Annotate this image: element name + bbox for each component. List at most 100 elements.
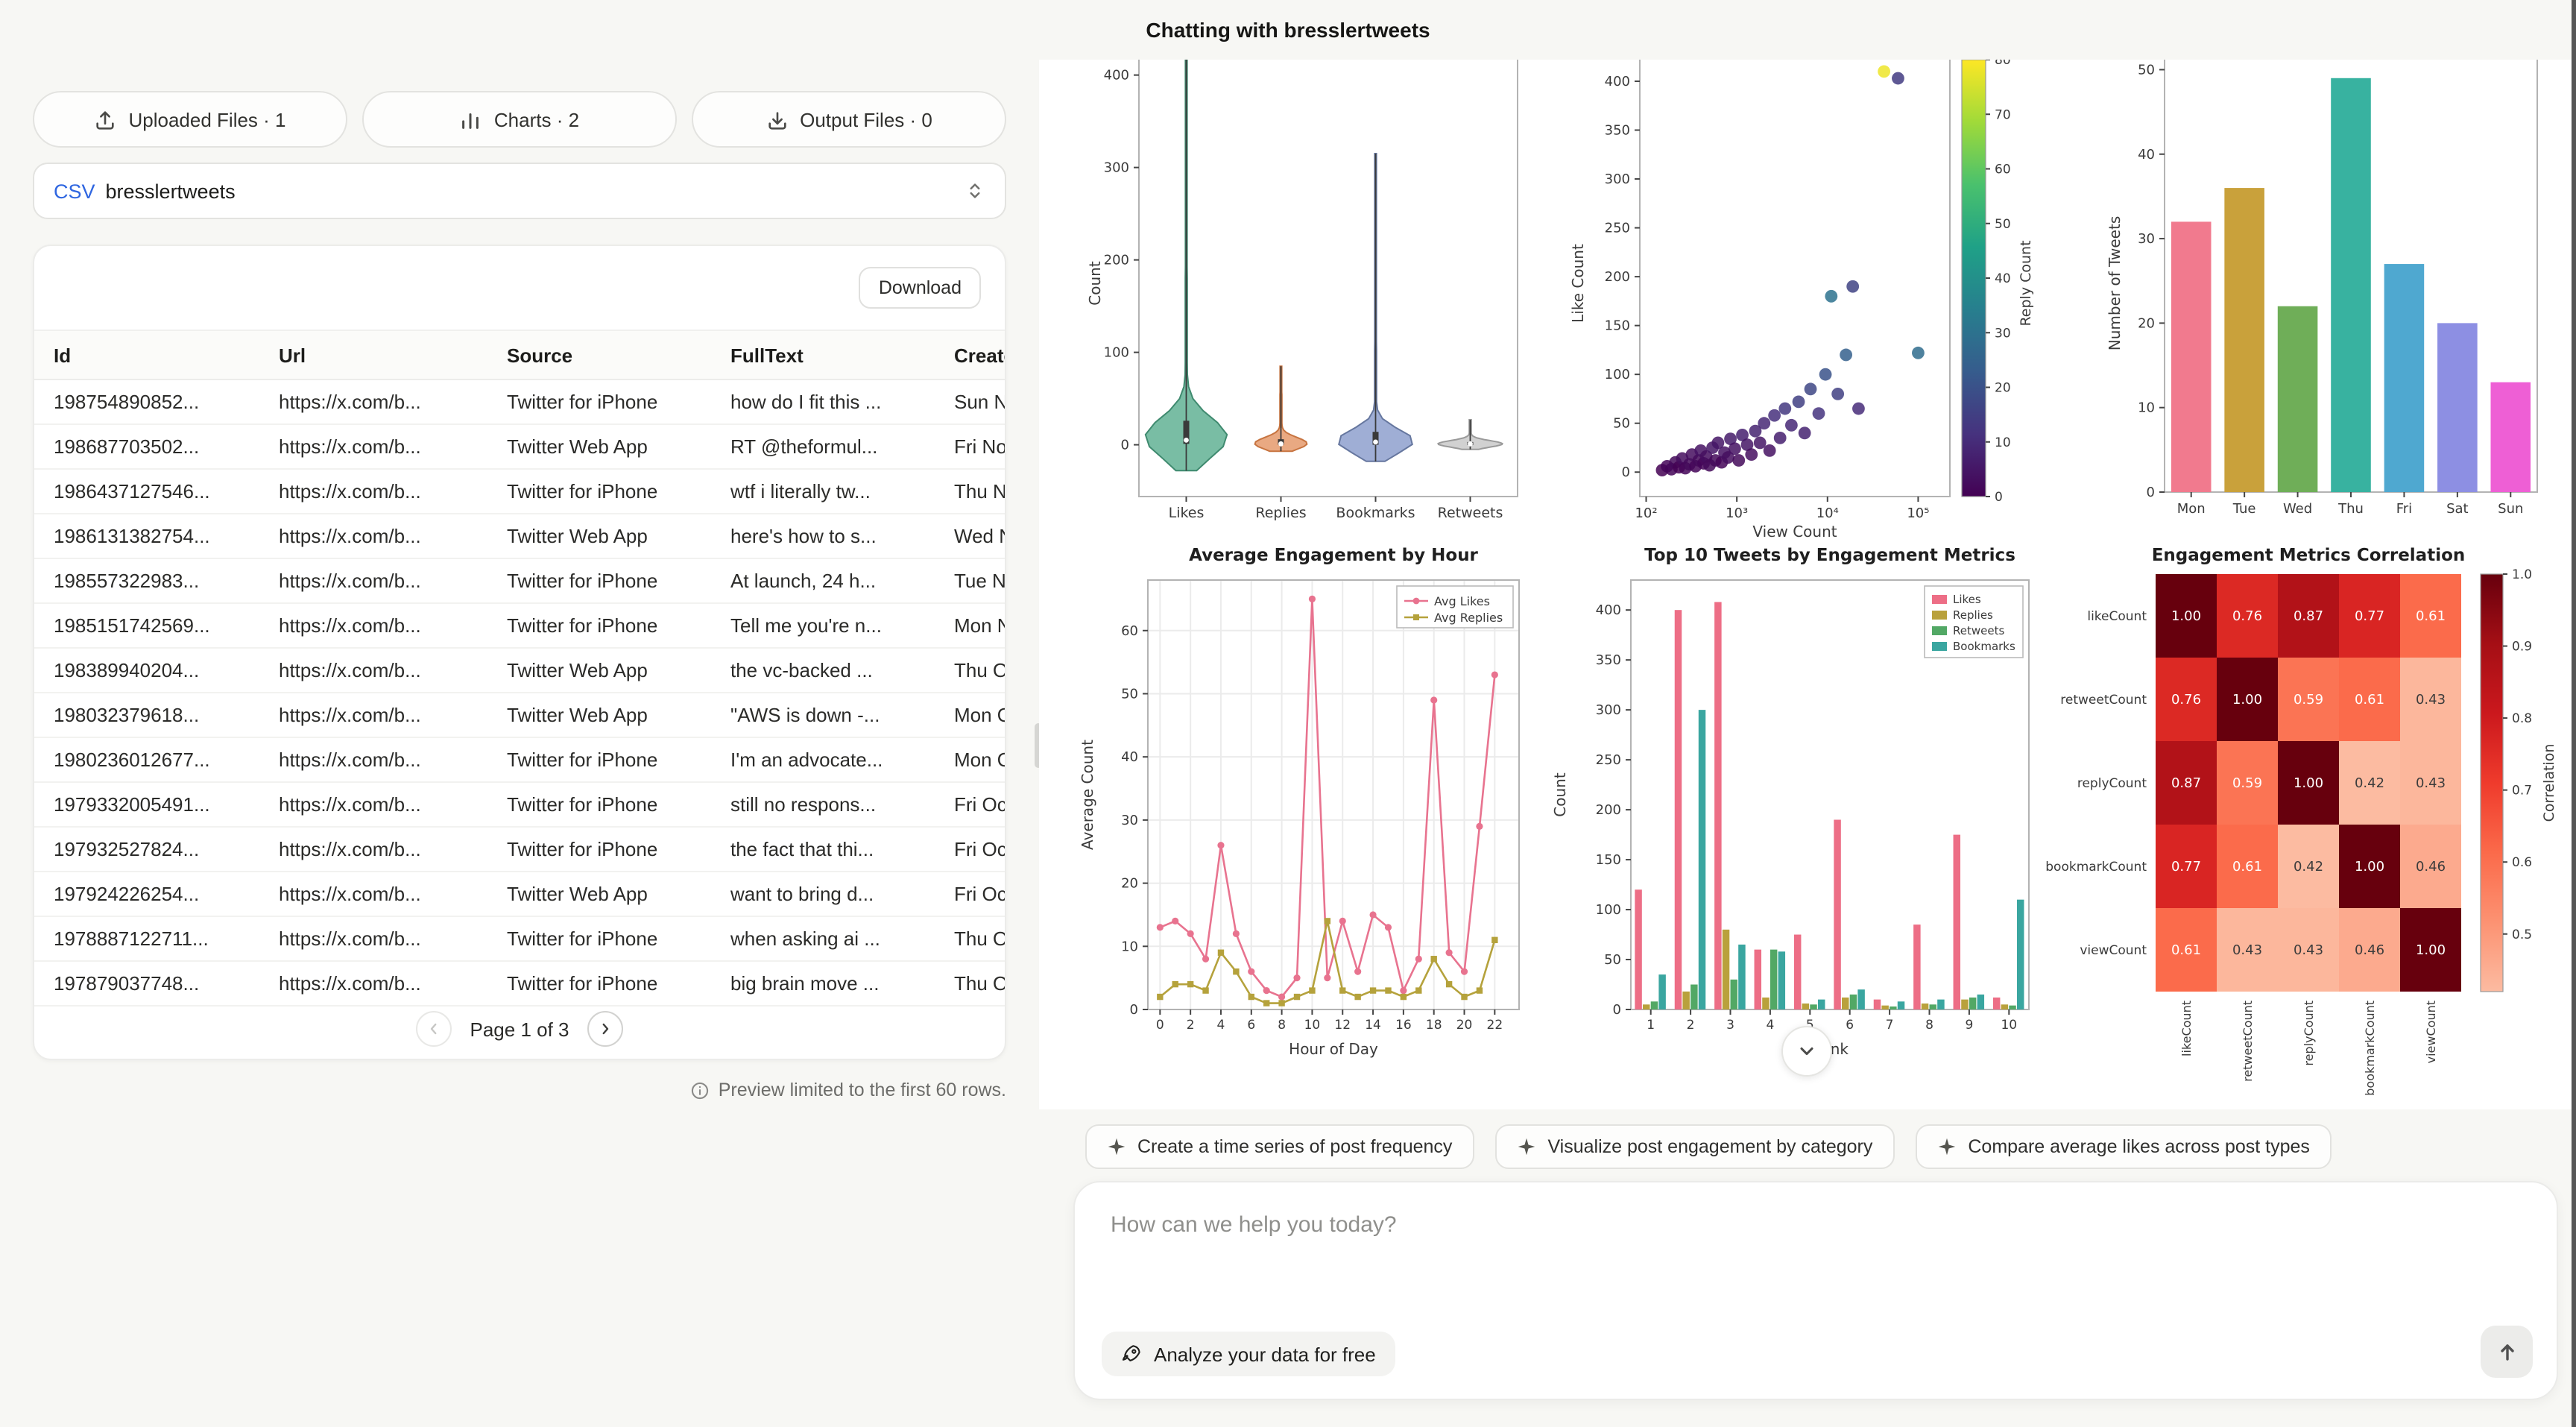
table-cell: Twitter for iPhone [487,558,711,603]
svg-text:retweetCount: retweetCount [2241,1001,2255,1082]
table-row: 197932527824...https://x.com/b...Twitter… [34,827,1005,872]
svg-text:10⁵: 10⁵ [1907,505,1929,521]
svg-text:likeCount: likeCount [2179,1001,2194,1056]
table-cell: Twitter for iPhone [487,379,711,424]
svg-text:0.77: 0.77 [2355,608,2384,624]
data-preview-table: Id Url Source FullText Created 198754890… [34,330,1005,1007]
svg-text:200: 200 [1104,253,1129,268]
download-button[interactable]: Download [859,267,981,309]
table-cell: the fact that thi... [711,827,935,872]
table-cell: Twitter Web App [487,514,711,558]
svg-text:60: 60 [1995,163,2011,177]
svg-text:Avg Likes: Avg Likes [1434,594,1490,608]
suggestion-chip-label: Compare average likes across post types [1968,1136,2310,1157]
table-header-row: Id Url Source FullText Created [34,330,1005,379]
table-cell: 198754890852... [34,379,259,424]
table-cell: https://x.com/b... [259,693,487,737]
svg-text:4: 4 [1217,1018,1225,1033]
chart-avg-engagement-by-hour-line: 01020304050600246810121416182022Average … [1076,541,1527,1096]
chart-engagement-distribution-violin: 0100200300400CountLikesRepliesBookmarksR… [1085,60,1530,567]
svg-text:10⁴: 10⁴ [1816,505,1839,521]
suggestion-chip-time-series[interactable]: Create a time series of post frequency [1085,1124,1474,1169]
table-cell: https://x.com/b... [259,424,487,469]
svg-text:Likes: Likes [1953,593,1981,606]
svg-text:retweetCount: retweetCount [2060,693,2147,708]
file-select-dropdown[interactable]: CSV bresslertweets [33,163,1006,219]
svg-text:Sun: Sun [2498,501,2523,517]
chevron-left-icon [426,1020,443,1038]
table-cell: Twitter for iPhone [487,961,711,1006]
svg-text:0.87: 0.87 [2171,775,2201,791]
svg-text:10: 10 [1121,939,1138,954]
svg-text:150: 150 [1596,852,1621,868]
svg-text:0.77: 0.77 [2171,859,2201,875]
sparkle-icon [1108,1138,1126,1156]
tab-output-files[interactable]: Output Files · 0 [692,91,1006,148]
svg-text:200: 200 [1605,269,1630,285]
rocket-icon [1121,1343,1142,1364]
sparkle-icon [1518,1138,1535,1156]
tab-charts[interactable]: Charts · 2 [362,91,677,148]
table-cell: Twitter for iPhone [487,469,711,514]
svg-text:16: 16 [1395,1018,1412,1033]
table-cell: 198557322983... [34,558,259,603]
prev-page-button[interactable] [417,1011,452,1047]
svg-text:1: 1 [1647,1018,1655,1033]
chart-top10-tweets-grouped-bar: 050100150200250300350400Top 10 Tweets by… [1549,541,2041,1096]
svg-text:10: 10 [1304,1018,1321,1033]
scroll-to-bottom-button[interactable] [1781,1026,1832,1077]
svg-text:Thu: Thu [2337,501,2364,517]
svg-text:350: 350 [1596,652,1621,668]
table-cell: 198389940204... [34,648,259,693]
send-button[interactable] [2481,1326,2533,1378]
svg-text:6: 6 [1846,1018,1854,1033]
table-row: 198557322983...https://x.com/b...Twitter… [34,558,1005,603]
table-cell: https://x.com/b... [259,782,487,827]
suggestion-chip-engagement-category[interactable]: Visualize post engagement by category [1495,1124,1895,1169]
table-cell: still no respons... [711,782,935,827]
svg-text:viewCount: viewCount [2080,943,2147,958]
svg-text:Replies: Replies [1953,608,1993,622]
download-tray-icon [765,108,788,130]
app-header: Chatting with bresslertweets [0,0,2576,60]
svg-text:100: 100 [1596,902,1621,918]
table-cell: Fri Oc... [935,827,1005,872]
svg-text:20: 20 [1995,381,2011,396]
window-scrollbar[interactable] [2572,0,2576,1427]
svg-text:0.7: 0.7 [2512,784,2532,798]
table-row: 1979332005491...https://x.com/b...Twitte… [34,782,1005,827]
svg-text:0.43: 0.43 [2232,942,2262,958]
table-cell: Twitter Web App [487,693,711,737]
table-cell: big brain move ... [711,961,935,1006]
svg-text:bookmarkCount: bookmarkCount [2045,860,2147,875]
svg-text:0.76: 0.76 [2171,692,2201,708]
svg-text:0.61: 0.61 [2355,692,2384,708]
svg-text:200: 200 [1596,802,1621,818]
svg-text:0: 0 [1130,1002,1138,1018]
analyze-button[interactable]: Analyze your data for free [1102,1332,1395,1376]
svg-text:40: 40 [1121,749,1138,765]
svg-text:50: 50 [1995,217,2011,232]
table-cell: At launch, 24 h... [711,558,935,603]
svg-text:300: 300 [1104,160,1129,176]
svg-text:0: 0 [2147,485,2155,500]
svg-text:View Count: View Count [1752,523,1837,541]
svg-text:30: 30 [1121,813,1138,828]
svg-text:0.6: 0.6 [2512,855,2532,870]
analyze-button-label: Analyze your data for free [1154,1343,1376,1365]
svg-text:50: 50 [2138,62,2155,78]
table-cell: Tell me you're n... [711,603,935,648]
svg-text:8: 8 [1925,1018,1933,1033]
svg-text:0.42: 0.42 [2294,859,2323,875]
svg-text:Engagement Metrics Correlation: Engagement Metrics Correlation [2152,546,2466,565]
table-row: 1986437127546...https://x.com/b...Twitte… [34,469,1005,514]
chat-input[interactable]: How can we help you today? [1111,1212,1397,1238]
svg-text:40: 40 [1995,271,2011,286]
svg-text:0.46: 0.46 [2416,859,2446,875]
next-page-button[interactable] [587,1011,623,1047]
tab-uploaded-files[interactable]: Uploaded Files · 1 [33,91,347,148]
svg-text:0.76: 0.76 [2232,608,2262,624]
pagination: Page 1 of 3 [34,1011,1005,1047]
svg-text:Avg Replies: Avg Replies [1434,611,1503,625]
suggestion-chip-compare-likes[interactable]: Compare average likes across post types [1916,1124,2332,1169]
